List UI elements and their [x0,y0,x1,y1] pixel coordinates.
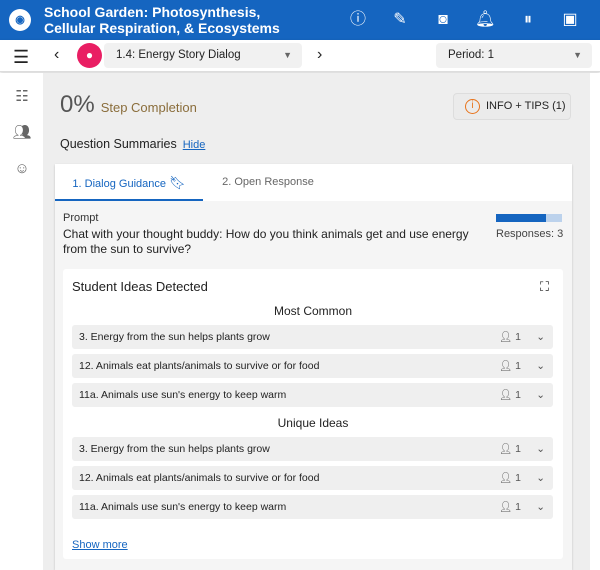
step-select[interactable]: 1.4: Energy Story Dialog ▼ [104,43,302,68]
student-count: 👤︎ 1 [499,383,521,407]
info-tips-button[interactable]: i INFO + TIPS (1) [453,93,571,120]
show-more-link[interactable]: Show more [72,539,128,551]
count-value: 1 [515,389,521,401]
face-icon[interactable]: ☺ [12,160,32,177]
info-icon: i [465,99,480,114]
completion-value: 0% [60,91,95,118]
students-icon[interactable]: 👥︎ [12,123,32,141]
count-value: 1 [515,360,521,372]
idea-label: 11a. Animals use sun's energy to keep wa… [79,501,287,513]
idea-label: 12. Animals eat plants/animals to surviv… [79,472,320,484]
chevron-down-icon[interactable]: ⌄ [536,495,545,519]
tab-label: 1. Dialog Guidance [72,178,166,190]
student-count: 👤︎ 1 [499,466,521,490]
student-ideas-panel: Student Ideas Detected ⛶ Most Common 3. … [63,269,563,559]
idea-row[interactable]: 3. Energy from the sun helps plants grow… [72,437,553,461]
preview-icon[interactable]: ◙ [433,10,453,30]
hide-link[interactable]: Hide [183,139,206,151]
idea-row[interactable]: 12. Animals eat plants/animals to surviv… [72,354,553,378]
ideas-title: Student Ideas Detected [72,279,208,294]
notifications-icon[interactable]: 🔔︎ [475,10,495,30]
summary-card: 1. Dialog Guidance 🔖︎ 2. Open Response P… [55,164,572,570]
unique-ideas-heading: Unique Ideas [277,416,349,430]
responses-progress-bar [496,214,562,222]
chevron-down-icon[interactable]: ⌄ [536,354,545,378]
idea-row[interactable]: 11a. Animals use sun's energy to keep wa… [72,383,553,407]
prompt-label: Prompt [63,212,99,224]
step-completion: 0% Step Completion [60,91,197,119]
most-common-heading: Most Common [273,304,353,318]
person-icon: 👤︎ [498,443,513,455]
responses-count: Responses: 3 [496,228,564,240]
info-icon[interactable]: ⓘ [348,10,368,30]
previous-step-button[interactable]: ‹ [54,46,59,64]
person-icon: 👤︎ [498,501,513,513]
idea-label: 12. Animals eat plants/animals to surviv… [79,360,320,372]
step-toolbar: ☰ ‹ ● 1.4: Energy Story Dialog ▼ › Period… [0,40,600,72]
period-select-value: Period: 1 [448,49,495,61]
progress-fill [496,214,546,222]
account-icon[interactable]: ▣ [560,10,580,30]
count-value: 1 [515,443,521,455]
count-value: 1 [515,501,521,513]
idea-row[interactable]: 11a. Animals use sun's energy to keep wa… [72,495,553,519]
idea-label: 3. Energy from the sun helps plants grow [79,443,270,455]
chevron-down-icon[interactable]: ⌄ [536,325,545,349]
list-icon[interactable]: ☷ [12,87,32,105]
edit-icon[interactable]: ✎ [390,10,410,30]
summaries-label: Question Summaries [60,137,177,151]
dropdown-arrow-icon: ▼ [283,50,292,60]
student-count: 👤︎ 1 [499,495,521,519]
question-summaries-heading: Question Summaries Hide [60,137,205,151]
completion-label: Step Completion [100,100,197,115]
student-count: 👤︎ 1 [499,354,521,378]
student-count: 👤︎ 1 [499,437,521,461]
idea-row[interactable]: 12. Animals eat plants/animals to surviv… [72,466,553,490]
student-count: 👤︎ 1 [499,325,521,349]
fullscreen-icon[interactable]: ⛶ [540,279,549,295]
step-select-value: 1.4: Energy Story Dialog [116,49,241,61]
person-icon: 👤︎ [498,331,513,343]
pause-icon[interactable]: ⏸︎ [518,10,538,30]
info-tips-label: INFO + TIPS (1) [486,100,566,112]
chevron-down-icon[interactable]: ⌄ [536,383,545,407]
count-value: 1 [515,472,521,484]
idea-row[interactable]: 3. Energy from the sun helps plants grow… [72,325,553,349]
idea-label: 3. Energy from the sun helps plants grow [79,331,270,343]
bookmark-icon: 🔖︎ [169,175,186,190]
chevron-down-icon[interactable]: ⌄ [536,466,545,490]
tab-open-response[interactable]: 2. Open Response [203,164,333,201]
dropdown-arrow-icon: ▼ [573,50,582,60]
wise-logo[interactable]: ◉ [9,9,31,31]
main-content: 0% Step Completion i INFO + TIPS (1) Quest… [43,73,590,570]
next-step-button[interactable]: › [317,46,322,64]
count-value: 1 [515,331,521,343]
menu-icon[interactable]: ☰ [13,47,29,68]
period-select[interactable]: Period: 1 ▼ [436,43,592,68]
sidebar: ☷ 👥︎ ☺ [0,73,43,570]
chevron-down-icon[interactable]: ⌄ [536,437,545,461]
idea-label: 11a. Animals use sun's energy to keep wa… [79,389,287,401]
summary-tabs: 1. Dialog Guidance 🔖︎ 2. Open Response [55,164,572,201]
person-icon: 👤︎ [498,472,513,484]
person-icon: 👤︎ [498,389,513,401]
dialog-step-icon: ● [77,43,102,68]
unit-title: School Garden: Photosynthesis, Cellular … [44,4,280,36]
tab-dialog-guidance[interactable]: 1. Dialog Guidance 🔖︎ [55,164,203,201]
app-header: ◉ School Garden: Photosynthesis, Cellula… [0,0,600,40]
prompt-text: Chat with your thought buddy: How do you… [63,227,469,256]
person-icon: 👤︎ [498,360,513,372]
tab-label: 2. Open Response [222,176,314,188]
right-edge [590,73,600,570]
